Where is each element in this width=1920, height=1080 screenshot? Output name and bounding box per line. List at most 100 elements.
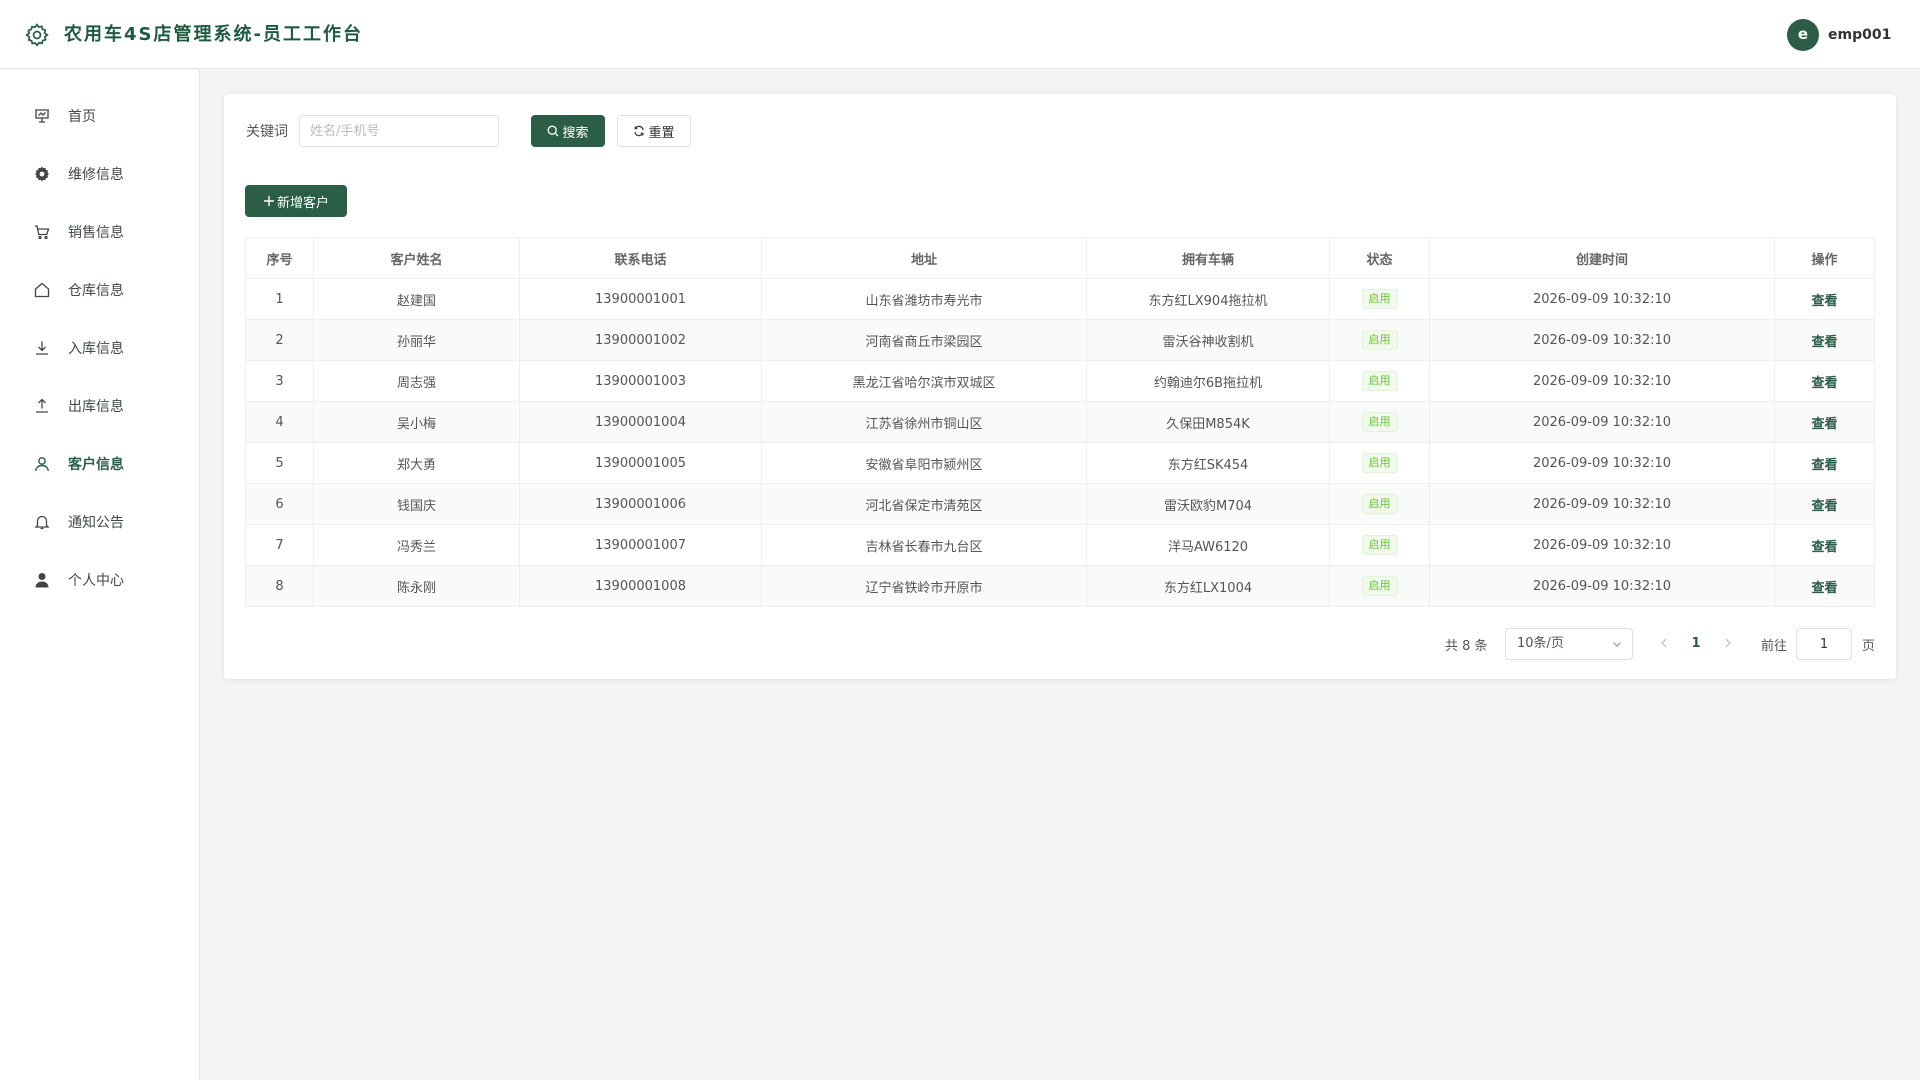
sidebar-item-label: 客户信息: [68, 457, 124, 473]
sidebar-item-outbound[interactable]: 出库信息: [0, 377, 199, 435]
column-header-status[interactable]: 状态: [1329, 237, 1430, 279]
cell-status: 启用: [1329, 565, 1430, 607]
cell-name: 郑大勇: [313, 442, 520, 484]
sidebar-item-customers[interactable]: 客户信息: [0, 435, 199, 493]
sidebar-item-inbound[interactable]: 入库信息: [0, 319, 199, 377]
status-badge: 启用: [1361, 576, 1398, 596]
view-link[interactable]: 查看: [1811, 540, 1837, 555]
status-badge: 启用: [1361, 535, 1398, 555]
cell-name: 周志强: [313, 360, 520, 402]
cell-actions: 查看: [1774, 319, 1875, 361]
sidebar-item-home[interactable]: 首页: [0, 87, 199, 145]
page-size-select[interactable]: 10条/页: [1505, 628, 1633, 660]
cell-phone: 13900001008: [519, 565, 762, 607]
cell-status: 启用: [1329, 483, 1430, 525]
view-link[interactable]: 查看: [1811, 458, 1837, 473]
cell-actions: 查看: [1774, 483, 1875, 525]
cell-created: 2026-09-09 10:32:10: [1429, 483, 1775, 525]
cell-address: 河南省商丘市梁园区: [761, 319, 1087, 361]
status-badge: 启用: [1361, 371, 1398, 391]
customer-list-card: 关键词 搜索 重置 新增客户: [224, 94, 1896, 679]
view-link[interactable]: 查看: [1811, 499, 1837, 514]
goto-page-input[interactable]: [1796, 628, 1852, 660]
cell-name: 赵建国: [313, 278, 520, 320]
cell-index: 3: [245, 360, 314, 402]
cell-name: 陈永刚: [313, 565, 520, 607]
keyword-label: 关键词: [246, 124, 288, 140]
cell-index: 6: [245, 483, 314, 525]
download-icon: [36, 341, 48, 355]
view-link[interactable]: 查看: [1811, 417, 1837, 432]
app-title: 农用车4S店管理系统-员工工作台: [64, 24, 363, 45]
gear-logo-icon: [25, 23, 49, 47]
customer-table: 序号 客户姓名 联系电话 地址 拥有车辆 状态 创建时间 操作 1 赵建国 13…: [245, 237, 1875, 607]
sidebar-item-label: 个人中心: [68, 573, 124, 589]
column-header-vehicle[interactable]: 拥有车辆: [1086, 237, 1330, 279]
cell-address: 黑龙江省哈尔滨市双城区: [761, 360, 1087, 402]
cell-created: 2026-09-09 10:32:10: [1429, 565, 1775, 607]
column-header-address[interactable]: 地址: [761, 237, 1087, 279]
table-row[interactable]: 3 周志强 13900001003 黑龙江省哈尔滨市双城区 约翰迪尔6B拖拉机 …: [245, 360, 1875, 402]
cell-index: 8: [245, 565, 314, 607]
reset-button-label: 重置: [648, 125, 675, 141]
cell-vehicle: 雷沃谷神收割机: [1086, 319, 1330, 361]
table-row[interactable]: 6 钱国庆 13900001006 河北省保定市清苑区 雷沃欧豹M704 启用 …: [245, 483, 1875, 525]
sidebar-item-label: 入库信息: [68, 341, 124, 357]
cell-actions: 查看: [1774, 360, 1875, 402]
view-link[interactable]: 查看: [1811, 294, 1837, 309]
column-header-phone[interactable]: 联系电话: [519, 237, 762, 279]
chevron-right-icon[interactable]: [1720, 635, 1736, 651]
status-badge: 启用: [1361, 453, 1398, 473]
sidebar-item-profile[interactable]: 个人中心: [0, 551, 199, 609]
cell-phone: 13900001004: [519, 401, 762, 443]
cell-status: 启用: [1329, 524, 1430, 566]
cell-actions: 查看: [1774, 565, 1875, 607]
column-header-index[interactable]: 序号: [245, 237, 314, 279]
sidebar-item-repair[interactable]: 维修信息: [0, 145, 199, 203]
status-badge: 启用: [1361, 330, 1398, 350]
cell-index: 4: [245, 401, 314, 443]
chevron-left-icon[interactable]: [1656, 635, 1672, 651]
cell-vehicle: 久保田M854K: [1086, 401, 1330, 443]
cell-status: 启用: [1329, 401, 1430, 443]
view-link[interactable]: 查看: [1811, 376, 1837, 391]
table-row[interactable]: 5 郑大勇 13900001005 安徽省阜阳市颍州区 东方红SK454 启用 …: [245, 442, 1875, 484]
cell-phone: 13900001007: [519, 524, 762, 566]
table-row[interactable]: 7 冯秀兰 13900001007 吉林省长春市九台区 洋马AW6120 启用 …: [245, 524, 1875, 566]
table-row[interactable]: 1 赵建国 13900001001 山东省潍坊市寿光市 东方红LX904拖拉机 …: [245, 278, 1875, 320]
status-badge: 启用: [1361, 412, 1398, 432]
sidebar-item-notices[interactable]: 通知公告: [0, 493, 199, 551]
username[interactable]: emp001: [1828, 25, 1891, 45]
table-row[interactable]: 4 吴小梅 13900001004 江苏省徐州市铜山区 久保田M854K 启用 …: [245, 401, 1875, 443]
table-row[interactable]: 8 陈永刚 13900001008 辽宁省铁岭市开原市 东方红LX1004 启用…: [245, 565, 1875, 607]
cell-address: 山东省潍坊市寿光市: [761, 278, 1087, 320]
search-button-label: 搜索: [562, 125, 589, 141]
keyword-input[interactable]: [299, 115, 499, 147]
reset-button[interactable]: 重置: [617, 115, 691, 147]
column-header-created[interactable]: 创建时间: [1429, 237, 1775, 279]
cell-phone: 13900001002: [519, 319, 762, 361]
sidebar-item-label: 出库信息: [68, 399, 124, 415]
table-row[interactable]: 2 孙丽华 13900001002 河南省商丘市梁园区 雷沃谷神收割机 启用 2…: [245, 319, 1875, 361]
view-link[interactable]: 查看: [1811, 335, 1837, 350]
sidebar-item-label: 销售信息: [68, 225, 124, 241]
add-customer-button[interactable]: 新增客户: [245, 185, 347, 217]
column-header-name[interactable]: 客户姓名: [313, 237, 520, 279]
view-link[interactable]: 查看: [1811, 581, 1837, 596]
avatar[interactable]: e: [1787, 19, 1819, 51]
cell-created: 2026-09-09 10:32:10: [1429, 442, 1775, 484]
search-button[interactable]: 搜索: [531, 115, 605, 147]
sidebar-item-sales[interactable]: 销售信息: [0, 203, 199, 261]
cell-address: 吉林省长春市九台区: [761, 524, 1087, 566]
cell-address: 河北省保定市清苑区: [761, 483, 1087, 525]
sidebar-item-label: 首页: [68, 109, 96, 125]
upload-icon: [36, 398, 48, 413]
add-customer-label: 新增客户: [276, 195, 329, 211]
sidebar-item-warehouse[interactable]: 仓库信息: [0, 261, 199, 319]
page-number-current[interactable]: 1: [1686, 635, 1706, 653]
user-icon: [35, 457, 49, 472]
cell-vehicle: 东方红LX904拖拉机: [1086, 278, 1330, 320]
cell-created: 2026-09-09 10:32:10: [1429, 401, 1775, 443]
gear-icon: [35, 166, 49, 182]
cell-status: 启用: [1329, 319, 1430, 361]
